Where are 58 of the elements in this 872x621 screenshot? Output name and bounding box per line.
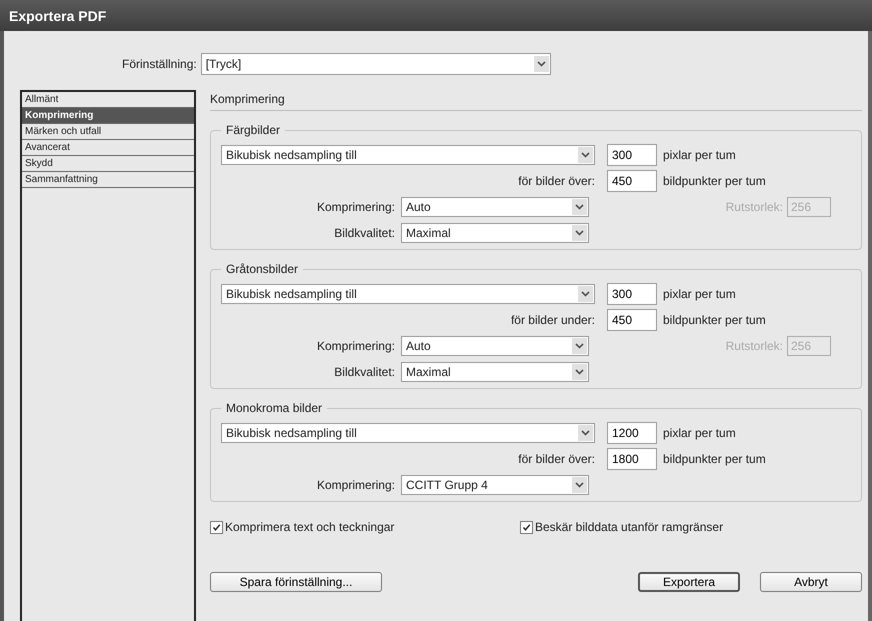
compression-label: Komprimering:	[316, 478, 395, 492]
threshold-field[interactable]: 1800	[607, 448, 657, 470]
group-title: Gråtonsbilder	[221, 262, 304, 276]
window-title: Exportera PDF	[9, 8, 106, 24]
chevron-down-icon	[578, 286, 593, 302]
group-title: Färgbilder	[221, 123, 286, 137]
sidebar-item[interactable]: Avancerat	[22, 140, 194, 156]
chevron-down-icon	[578, 147, 593, 163]
group-title: Monokroma bilder	[221, 401, 328, 415]
dropdown[interactable]: Auto	[401, 336, 589, 356]
threshold-label: för bilder över:	[518, 174, 595, 188]
checkbox-label: Komprimera text och teckningar	[225, 520, 394, 534]
unit-label: pixlar per tum	[663, 426, 736, 440]
chevron-down-icon	[572, 199, 587, 215]
chevron-down-icon	[534, 56, 549, 72]
resolution-field[interactable]: 300	[607, 283, 657, 305]
checkbox[interactable]	[520, 520, 533, 534]
dropdown[interactable]: Bikubisk nedsampling till	[221, 284, 595, 304]
preset-label: Förinställning:	[122, 57, 197, 71]
dialog-button[interactable]: Exportera	[638, 572, 740, 592]
unit-label: bildpunkter per tum	[663, 174, 766, 188]
sidebar-item[interactable]: Komprimering	[22, 108, 194, 124]
dropdown[interactable]: Auto	[401, 197, 589, 217]
chevron-down-icon	[572, 477, 587, 493]
resolution-field[interactable]: 1200	[607, 422, 657, 444]
chevron-down-icon	[572, 338, 587, 354]
threshold-field[interactable]: 450	[607, 309, 657, 331]
threshold-field[interactable]: 450	[607, 170, 657, 192]
checkbox-label: Beskär bilddata utanför ramgränser	[535, 520, 724, 534]
unit-label: pixlar per tum	[663, 148, 736, 162]
quality-label: Bildkvalitet:	[334, 226, 395, 240]
resolution-field[interactable]: 300	[607, 144, 657, 166]
dropdown[interactable]: Bikubisk nedsampling till	[221, 145, 595, 165]
compression-label: Komprimering:	[316, 200, 395, 214]
sidebar-item[interactable]: Märken och utfall	[22, 124, 194, 140]
unit-label: bildpunkter per tum	[663, 452, 766, 466]
unit-label: bildpunkter per tum	[663, 313, 766, 327]
threshold-label: för bilder över:	[518, 452, 595, 466]
tile-size-label: Rutstorlek:	[726, 339, 783, 353]
tile-size-label: Rutstorlek:	[726, 200, 783, 214]
dropdown[interactable]: Maximal	[401, 223, 589, 243]
dropdown[interactable]: [Tryck]	[200, 53, 551, 75]
chevron-down-icon	[572, 225, 587, 241]
unit-label: pixlar per tum	[663, 287, 736, 301]
dropdown[interactable]: Bikubisk nedsampling till	[221, 423, 595, 443]
panel-title: Komprimering	[210, 92, 862, 111]
dropdown[interactable]: CCITT Grupp 4	[401, 475, 589, 495]
compression-label: Komprimering:	[316, 339, 395, 353]
checkbox[interactable]	[210, 520, 223, 534]
chevron-down-icon	[578, 425, 593, 441]
dropdown[interactable]: Maximal	[401, 362, 589, 382]
sidebar-item[interactable]: Skydd	[22, 156, 194, 172]
threshold-label: för bilder under:	[510, 313, 595, 327]
chevron-down-icon	[572, 364, 587, 380]
dialog-button[interactable]: Spara förinställning...	[210, 572, 382, 592]
dialog-button[interactable]: Avbryt	[760, 572, 862, 592]
quality-label: Bildkvalitet:	[334, 365, 395, 379]
sidebar-item[interactable]: Sammanfattning	[22, 172, 194, 188]
